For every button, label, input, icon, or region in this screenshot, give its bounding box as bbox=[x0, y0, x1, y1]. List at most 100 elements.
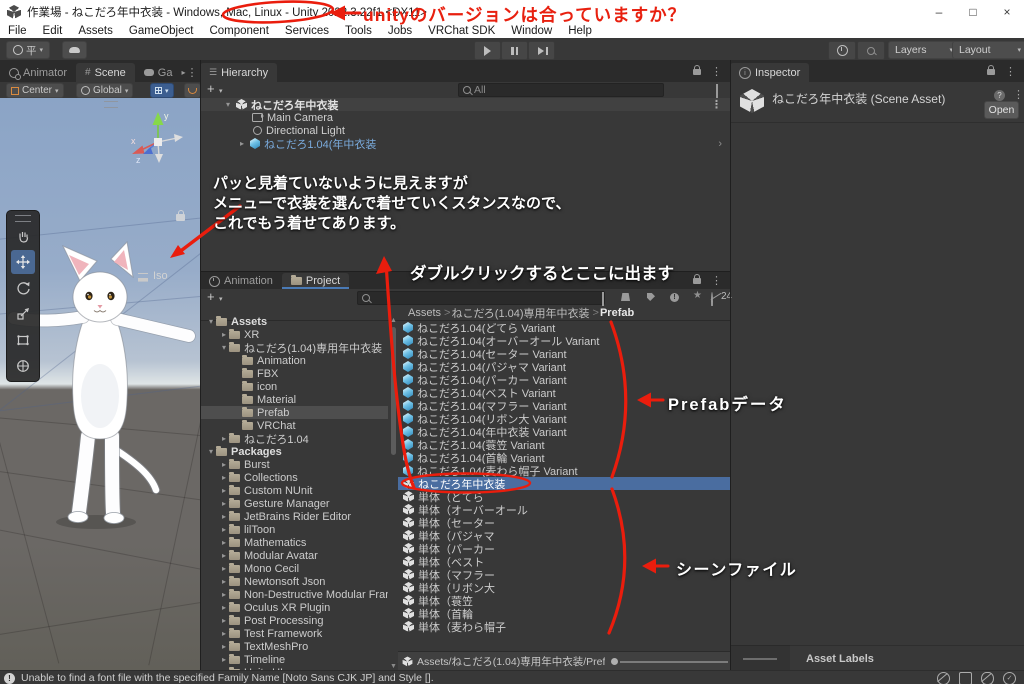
menu-item[interactable]: Tools bbox=[337, 24, 380, 38]
chevron-down-icon[interactable]: ▾ bbox=[219, 87, 223, 95]
asset-list-item[interactable]: ねこだろ1.04(セーター Variant bbox=[398, 347, 730, 360]
minimize-button[interactable]: – bbox=[922, 0, 956, 24]
folder-tree-item[interactable]: ▸ Mathematics bbox=[200, 536, 388, 549]
hierarchy-item-main-camera[interactable]: Main Camera bbox=[200, 111, 730, 124]
foldout-arrow[interactable]: ▸ bbox=[219, 330, 229, 339]
folder-tree-item[interactable]: ▸ Test Framework bbox=[200, 627, 388, 640]
folder-tree-item[interactable]: ▸ Collections bbox=[200, 471, 388, 484]
panel-divider[interactable] bbox=[200, 271, 730, 272]
layers-icon[interactable] bbox=[959, 672, 972, 684]
tab-scene[interactable]: # Scene bbox=[76, 63, 135, 82]
orientation-dropdown[interactable]: Global ▾ bbox=[76, 83, 133, 98]
hierarchy-scene-row[interactable]: ▾ ねこだろ年中衣装 ⋮ bbox=[200, 98, 730, 111]
breadcrumb-item[interactable]: ねこだろ(1.04)専用年中衣装 bbox=[451, 305, 589, 321]
foldout-arrow[interactable]: ▸ bbox=[219, 590, 229, 599]
asset-list-item[interactable]: 単体（蓑笠 bbox=[398, 594, 730, 607]
asset-list-item[interactable]: ねこだろ1.04(ベスト Variant bbox=[398, 386, 730, 399]
lock-icon[interactable] bbox=[693, 69, 701, 75]
toolstrip-drag-handle[interactable] bbox=[15, 215, 31, 222]
kebab-menu-icon[interactable]: ⋮ bbox=[711, 67, 722, 77]
status-message[interactable]: Unable to find a font file with the spec… bbox=[21, 672, 434, 684]
maximize-button[interactable]: □ bbox=[956, 0, 990, 24]
folder-tree-item[interactable]: ▾ Assets bbox=[200, 315, 388, 328]
favorites-star-icon[interactable]: ★ bbox=[693, 290, 702, 301]
asset-list-item[interactable]: 単体（麦わら帽子 bbox=[398, 620, 730, 633]
layers-dropdown[interactable]: Layers▾ bbox=[888, 41, 960, 59]
snap-toggle[interactable] bbox=[184, 83, 201, 98]
check-circle-icon[interactable]: ✓ bbox=[1003, 672, 1016, 684]
pause-button[interactable] bbox=[501, 41, 528, 60]
pane-drag-handle[interactable] bbox=[104, 101, 118, 108]
menu-item[interactable]: Edit bbox=[35, 24, 71, 38]
hierarchy-item-avatar-prefab[interactable]: ▸ ねこだろ1.04(年中衣装 › bbox=[200, 137, 730, 150]
kebab-menu-icon[interactable]: ⋮ bbox=[1005, 67, 1016, 77]
play-button[interactable] bbox=[474, 41, 501, 60]
add-object-button[interactable]: + bbox=[207, 83, 215, 95]
asset-list-item[interactable]: ねこだろ1.04(マフラー Variant bbox=[398, 399, 730, 412]
foldout-arrow[interactable]: ▸ bbox=[219, 564, 229, 573]
foldout-arrow[interactable]: ▸ bbox=[219, 577, 229, 586]
cat-avatar-model[interactable] bbox=[0, 98, 200, 670]
foldout-arrow[interactable]: ▾ bbox=[206, 317, 216, 326]
asset-list-item[interactable]: 単体（どてら bbox=[398, 490, 730, 503]
scrollbar-thumb[interactable] bbox=[391, 327, 396, 455]
project-search-input[interactable] bbox=[357, 291, 605, 305]
foldout-arrow[interactable]: ▸ bbox=[219, 512, 229, 521]
foldout-arrow[interactable]: ▸ bbox=[219, 434, 229, 443]
foldout-arrow[interactable]: ▸ bbox=[219, 603, 229, 612]
foldout-arrow[interactable]: ▸ bbox=[219, 525, 229, 534]
lock-icon[interactable] bbox=[176, 214, 185, 221]
foldout-arrow[interactable]: ▸ bbox=[219, 486, 229, 495]
kebab-menu-icon[interactable]: ⋮ bbox=[1013, 90, 1024, 100]
open-button[interactable]: Open bbox=[984, 101, 1019, 119]
foldout-arrow[interactable]: ▸ bbox=[219, 551, 229, 560]
breadcrumb-item[interactable]: Prefab bbox=[600, 307, 634, 319]
folder-tree-item[interactable]: ▾ ねこだろ(1.04)専用年中衣装 bbox=[200, 341, 388, 354]
foldout-arrow[interactable]: ▾ bbox=[206, 447, 216, 456]
asset-list-item[interactable]: 単体（オーバーオール bbox=[398, 503, 730, 516]
hierarchy-search-input[interactable]: All bbox=[458, 83, 664, 97]
view-orientation-gizmo[interactable]: y x z bbox=[126, 106, 196, 168]
more-tabs-icon[interactable]: ▸ bbox=[181, 68, 185, 77]
menu-item[interactable]: Services bbox=[277, 24, 337, 38]
asset-list-item[interactable]: ねこだろ1.04(蓑笠 Variant bbox=[398, 438, 730, 451]
folder-tree-item[interactable]: ▸ Oculus XR Plugin bbox=[200, 601, 388, 614]
folder-tree-item[interactable]: ▸ Post Processing bbox=[200, 614, 388, 627]
folder-tree-item[interactable]: ▸ JetBrains Rider Editor bbox=[200, 510, 388, 523]
rect-tool[interactable] bbox=[11, 328, 35, 352]
breadcrumb-item[interactable]: Assets bbox=[408, 307, 441, 319]
lock-icon[interactable] bbox=[987, 69, 995, 75]
folder-tree-item[interactable]: ▾ Packages bbox=[200, 445, 388, 458]
panel-divider[interactable] bbox=[730, 60, 731, 670]
bug-slash-icon[interactable] bbox=[937, 672, 950, 684]
kebab-menu-icon[interactable]: ⋮ bbox=[711, 276, 722, 286]
package-icon[interactable] bbox=[621, 293, 630, 301]
asset-list-item[interactable]: ねこだろ1.04(オーバーオール Variant bbox=[398, 334, 730, 347]
scale-tool[interactable] bbox=[11, 302, 35, 326]
menu-item[interactable]: Jobs bbox=[380, 24, 420, 38]
tab-hierarchy[interactable]: ☰ Hierarchy bbox=[200, 63, 277, 82]
chevron-down-icon[interactable]: ▾ bbox=[219, 295, 223, 303]
zoom-slider-thumb[interactable] bbox=[611, 658, 618, 665]
menu-item[interactable]: VRChat SDK bbox=[420, 24, 503, 38]
folder-tree-item[interactable]: ▸ Custom NUnit bbox=[200, 484, 388, 497]
asset-list-item[interactable]: ねこだろ1.04(麦わら帽子 Variant bbox=[398, 464, 730, 477]
scene-viewport[interactable]: y x z Iso bbox=[0, 98, 200, 670]
preview-splitter[interactable] bbox=[730, 645, 791, 671]
asset-list-item[interactable]: ねこだろ1.04(パーカー Variant bbox=[398, 373, 730, 386]
menu-item[interactable]: Component bbox=[201, 24, 276, 38]
asset-list-item[interactable]: 単体（ベスト bbox=[398, 555, 730, 568]
asset-list-item[interactable]: 単体（パーカー bbox=[398, 542, 730, 555]
breadcrumb-item[interactable]: > bbox=[444, 307, 450, 319]
tab-animation[interactable]: Animation bbox=[200, 273, 282, 289]
tab-inspector[interactable]: i Inspector bbox=[730, 63, 809, 82]
label-icon[interactable] bbox=[647, 293, 655, 301]
foldout-arrow[interactable]: ▸ bbox=[219, 473, 229, 482]
foldout-arrow[interactable]: ▸ bbox=[219, 616, 229, 625]
tree-scrollbar[interactable]: ▲ ▼ bbox=[389, 315, 398, 672]
add-asset-button[interactable]: + bbox=[207, 291, 215, 303]
asset-labels-section[interactable]: Asset Labels bbox=[790, 645, 1024, 671]
asset-list-item[interactable]: ねこだろ1.04(年中衣装 Variant bbox=[398, 425, 730, 438]
folder-tree-item[interactable]: ▸ Modular Avatar bbox=[200, 549, 388, 562]
folder-tree-item[interactable]: icon bbox=[200, 380, 388, 393]
